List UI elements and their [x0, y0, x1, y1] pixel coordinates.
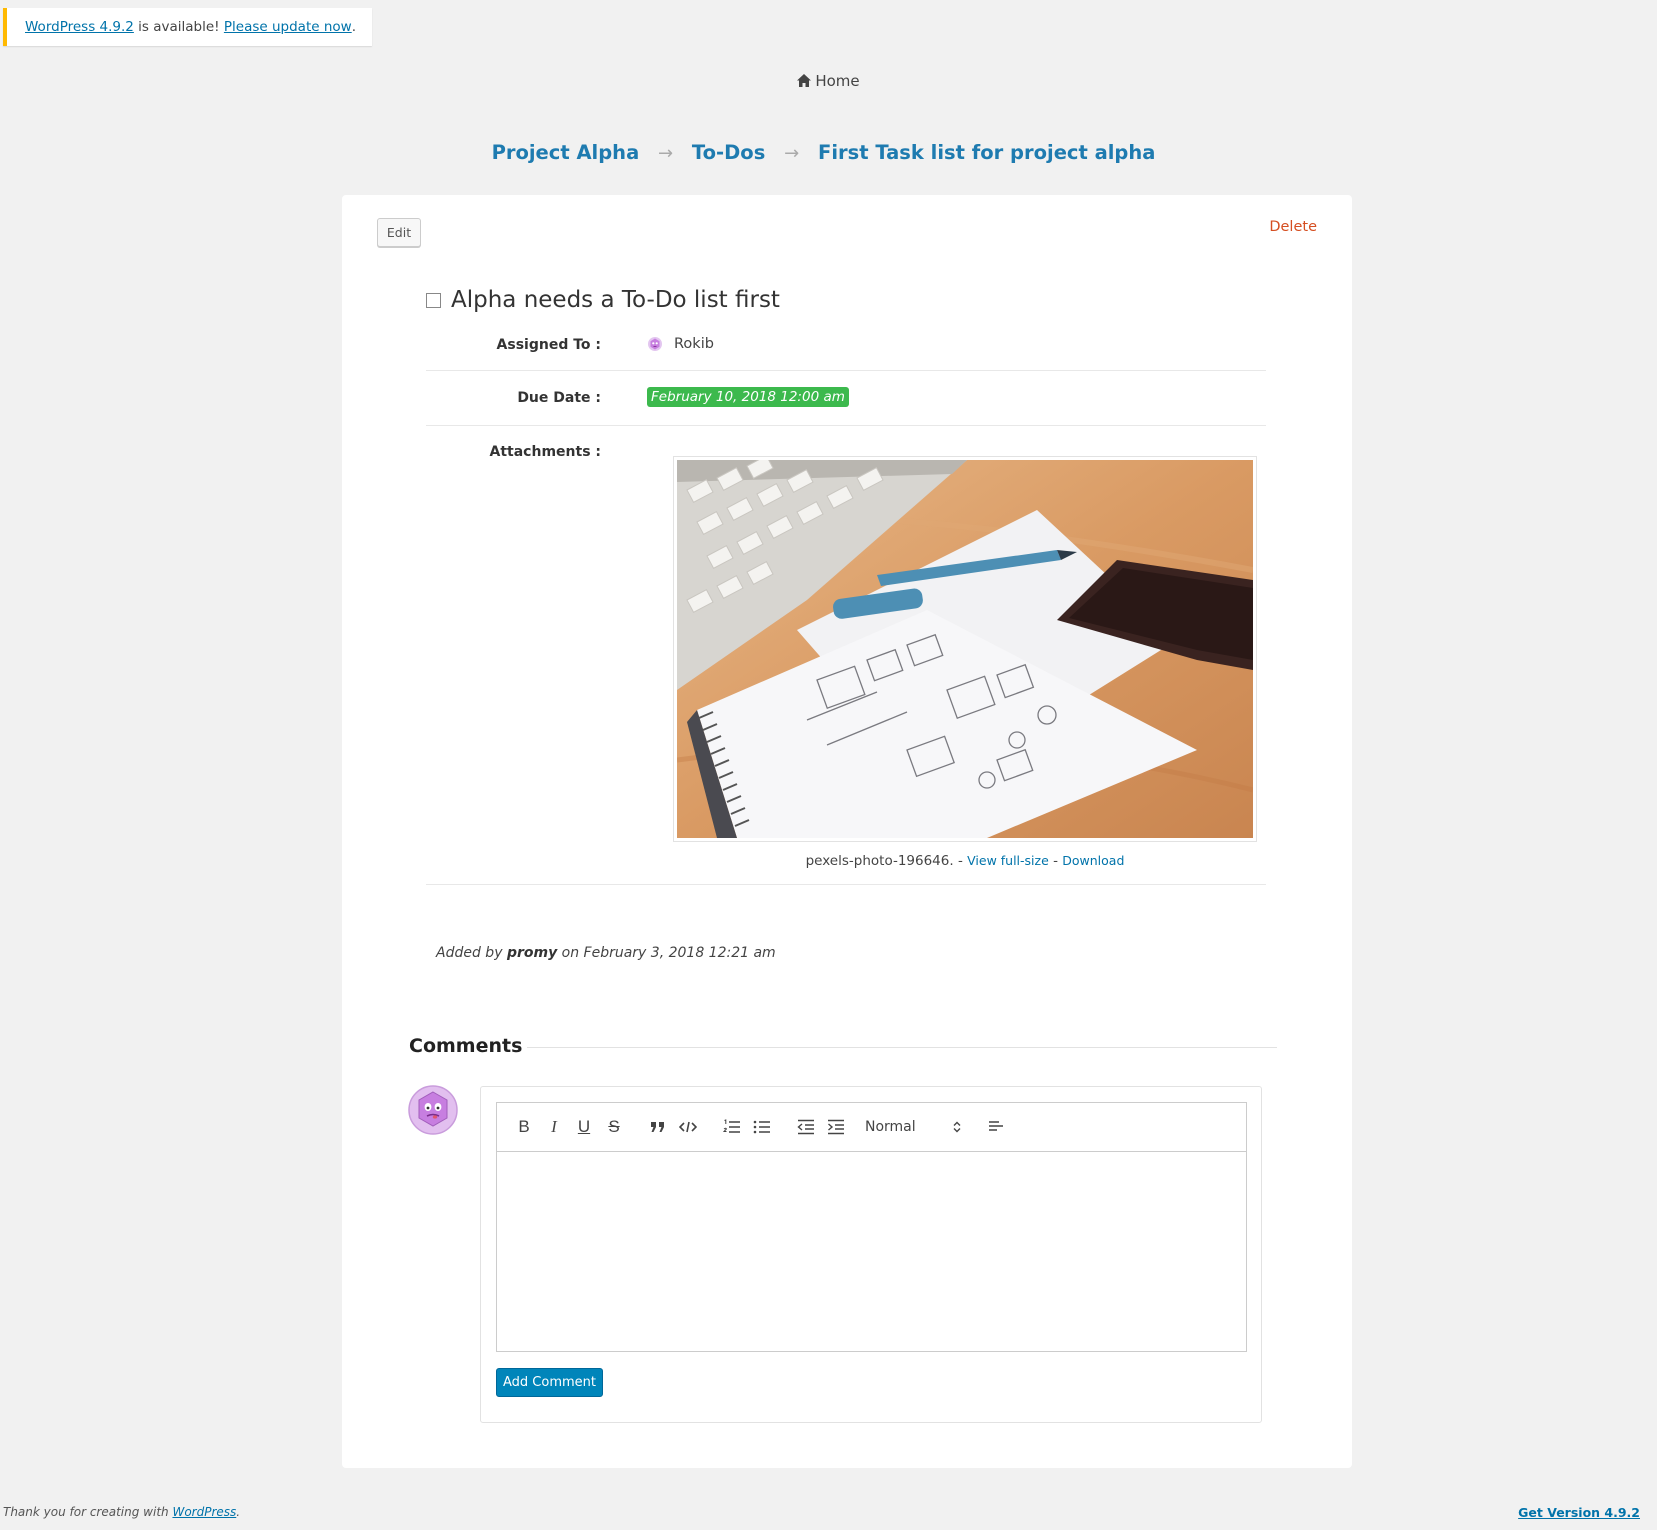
code-icon[interactable]	[673, 1113, 703, 1141]
breadcrumb-todos[interactable]: To-Dos	[692, 141, 765, 164]
task-title: Alpha needs a To-Do list first	[451, 287, 780, 313]
code-svg	[679, 1121, 697, 1133]
assignee-name: Rokib	[674, 336, 714, 352]
delete-link[interactable]: Delete	[1269, 219, 1317, 235]
outdent-icon[interactable]	[791, 1113, 821, 1141]
align-icon[interactable]	[981, 1113, 1011, 1141]
edit-button[interactable]: Edit	[377, 218, 421, 247]
added-suffix: on February 3, 2018 12:21 am	[557, 945, 776, 961]
indent-icon[interactable]	[821, 1113, 851, 1141]
user-avatar-icon	[408, 1085, 458, 1135]
footer-wordpress-link[interactable]: WordPress	[172, 1505, 236, 1519]
footer-thanks: Thank you for creating with WordPress.	[3, 1505, 240, 1519]
attachment-caption: pexels-photo-196646. - View full-size - …	[673, 853, 1257, 869]
attachment-filename: pexels-photo-196646.	[805, 853, 954, 869]
comment-form: B I U S Normal Add Comment	[480, 1086, 1262, 1423]
blockquote-svg	[651, 1122, 664, 1132]
heading-select-value: Normal	[865, 1119, 916, 1135]
bullet-list-svg	[753, 1120, 770, 1134]
editor-toolbar: B I U S Normal	[497, 1103, 1246, 1152]
notice-end: .	[351, 19, 357, 35]
notice-text: is available!	[133, 19, 224, 35]
task-card: Edit Delete Alpha needs a To-Do list fir…	[342, 195, 1352, 1468]
attachment-image[interactable]	[673, 456, 1257, 842]
comment-editor: B I U S Normal	[496, 1102, 1247, 1352]
italic-icon[interactable]: I	[539, 1113, 569, 1141]
ordered-list-icon[interactable]	[717, 1113, 747, 1141]
update-now-link[interactable]: Please update now	[224, 19, 352, 35]
added-by-meta: Added by promy on February 3, 2018 12:21…	[436, 945, 776, 961]
assigned-row: Assigned To : Rokib	[426, 323, 1266, 371]
add-comment-button[interactable]: Add Comment	[496, 1368, 603, 1397]
assignee[interactable]: Rokib	[647, 336, 714, 352]
attachments-row: Attachments : pexels-photo-196646. - Vie…	[426, 426, 1266, 885]
breadcrumb: Project Alpha → To-Dos → First Task list…	[0, 141, 1647, 164]
home-link[interactable]: Home	[0, 72, 1657, 90]
strikethrough-icon[interactable]: S	[599, 1113, 629, 1141]
added-user: promy	[506, 945, 558, 961]
footer-thanks-prefix: Thank you for creating with	[3, 1505, 173, 1519]
home-icon	[797, 74, 812, 87]
bold-glyph: B	[518, 1117, 530, 1136]
caption-separator: -	[953, 853, 968, 869]
comments-divider	[527, 1047, 1277, 1048]
strike-glyph: S	[608, 1117, 620, 1136]
comment-text-area[interactable]	[497, 1152, 1246, 1352]
assigned-label: Assigned To :	[496, 337, 601, 353]
caption-separator: -	[1048, 853, 1063, 869]
assignee-avatar-icon	[648, 337, 662, 351]
due-date-label: Due Date :	[517, 390, 601, 406]
update-notice: WordPress 4.9.2 is available! Please upd…	[3, 8, 373, 46]
wordpress-version-link[interactable]: WordPress 4.9.2	[25, 19, 134, 35]
select-arrows-icon	[953, 1121, 961, 1133]
added-prefix: Added by	[436, 945, 507, 961]
heading-select[interactable]: Normal	[859, 1119, 967, 1135]
align-svg	[989, 1121, 1003, 1131]
indent-svg	[828, 1119, 844, 1135]
home-label: Home	[815, 72, 860, 90]
breadcrumb-separator: →	[784, 143, 800, 164]
underline-icon[interactable]: U	[569, 1113, 599, 1141]
bullet-list-icon[interactable]	[747, 1113, 777, 1141]
due-date-badge: February 10, 2018 12:00 am	[647, 387, 849, 407]
underline-glyph: U	[577, 1117, 591, 1136]
task-title-row: Alpha needs a To-Do list first	[426, 287, 780, 313]
bold-icon[interactable]: B	[509, 1113, 539, 1141]
get-version-link[interactable]: Get Version 4.9.2	[1518, 1505, 1640, 1520]
attachments-label: Attachments :	[489, 444, 601, 460]
breadcrumb-project[interactable]: Project Alpha	[492, 141, 640, 164]
task-complete-checkbox[interactable]	[426, 292, 441, 308]
blockquote-icon[interactable]	[643, 1113, 673, 1141]
breadcrumb-separator: →	[658, 143, 674, 164]
comments-heading: Comments	[409, 1035, 523, 1057]
download-link[interactable]: Download	[1062, 853, 1124, 868]
italic-glyph: I	[551, 1117, 557, 1136]
ordered-list-svg	[723, 1119, 740, 1133]
outdent-svg	[797, 1119, 814, 1135]
footer-thanks-suffix: .	[236, 1505, 241, 1519]
view-full-size-link[interactable]: View full-size	[967, 853, 1049, 868]
due-date-row: Due Date : February 10, 2018 12:00 am	[426, 371, 1266, 426]
breadcrumb-task-list[interactable]: First Task list for project alpha	[818, 141, 1155, 164]
